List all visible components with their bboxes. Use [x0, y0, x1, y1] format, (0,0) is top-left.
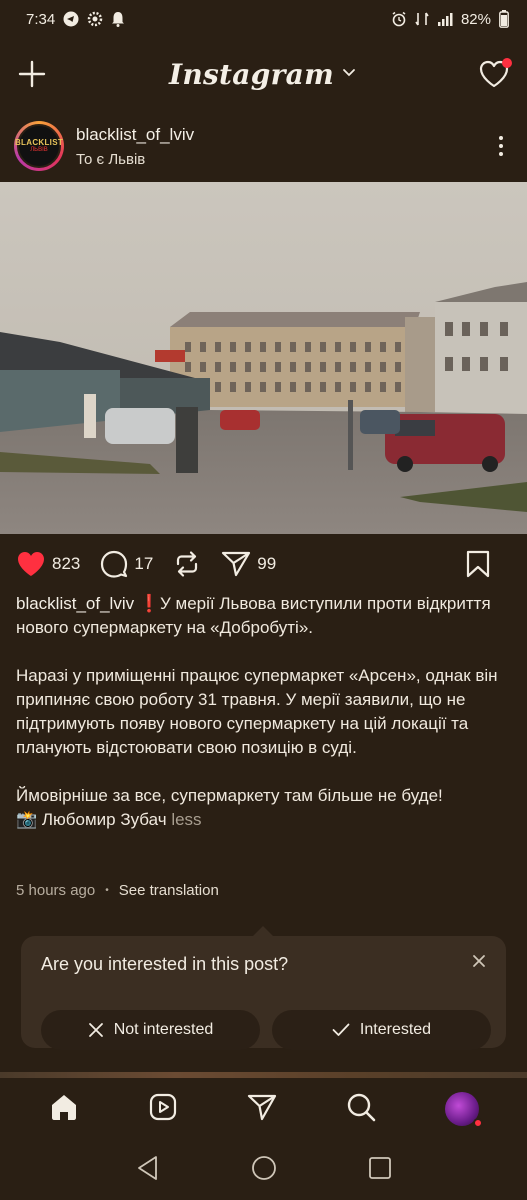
post-time: 5 hours ago	[16, 882, 96, 899]
direct-messages-icon[interactable]	[247, 1092, 277, 1127]
bottom-navigation	[0, 1078, 527, 1140]
post-location[interactable]: То є Львів	[76, 151, 489, 168]
x-icon	[88, 1023, 103, 1037]
battery-icon	[499, 10, 509, 28]
post-caption: blacklist_of_lviv ❗У мерії Львова виступ…	[16, 592, 511, 832]
notifications-heart-button[interactable]	[479, 58, 512, 88]
see-translation-link[interactable]: See translation	[119, 882, 219, 899]
caption-paragraph-1: blacklist_of_lviv ❗У мерії Львова виступ…	[16, 592, 511, 640]
comment-bubble-icon	[101, 550, 128, 578]
less-link[interactable]: less	[171, 810, 201, 829]
interested-button[interactable]: Interested	[272, 1010, 491, 1050]
status-right: 82%	[391, 10, 509, 28]
settings-gear-icon	[87, 11, 103, 27]
recents-square-icon[interactable]	[368, 1156, 392, 1185]
interest-prompt-title: Are you interested in this post?	[41, 954, 289, 974]
not-interested-label: Not interested	[113, 1021, 214, 1038]
caption-credit: 📸 Любомир Зубач	[16, 810, 167, 829]
profile-notification-dot	[472, 1118, 483, 1128]
not-interested-button[interactable]: Not interested	[41, 1010, 260, 1050]
avatar-logo-subtext: ЛЬВІВ	[30, 147, 48, 153]
avatar-logo: BLACKLIST ЛЬВІВ	[14, 124, 64, 168]
battery-percent: 82%	[460, 10, 491, 28]
interested-label: Interested	[359, 1021, 432, 1038]
telegram-icon	[63, 11, 79, 27]
heart-filled-icon	[18, 552, 44, 576]
comment-count: 17	[134, 554, 154, 573]
instagram-logo-dropdown[interactable]: Instagram	[169, 58, 356, 91]
wifi-data-icon	[415, 11, 429, 27]
caption-conclusion: Ймовірніше за все, супермаркету там біль…	[16, 786, 443, 805]
bookmark-icon	[466, 550, 490, 578]
like-action[interactable]: 823	[16, 550, 80, 578]
home-icon[interactable]	[49, 1092, 79, 1127]
search-icon[interactable]	[346, 1092, 376, 1127]
post-username[interactable]: blacklist_of_lviv	[76, 125, 489, 145]
avatar-logo-text: BLACKLIST	[14, 138, 64, 147]
profile-avatar[interactable]	[444, 1092, 483, 1128]
save-button[interactable]	[465, 550, 491, 578]
checkmark-icon	[332, 1023, 350, 1036]
caption-credit-line: 📸 Любомир Зубач less	[16, 808, 511, 832]
more-options-icon[interactable]	[489, 136, 513, 156]
caption-paragraph-2: Наразі у приміщенні працює супермаркет «…	[16, 666, 498, 757]
post-actions: 823 17 99	[0, 540, 527, 588]
post-meta: blacklist_of_lviv То є Львів	[76, 125, 489, 168]
post-photo[interactable]	[0, 182, 527, 534]
repost-icon	[177, 551, 198, 577]
post-meta-line: 5 hours ago • See translation	[16, 882, 219, 899]
share-action[interactable]: 99	[221, 550, 276, 578]
instagram-logo: Instagram	[168, 57, 335, 91]
share-count: 99	[257, 554, 277, 573]
reels-icon[interactable]	[148, 1092, 178, 1127]
separator-dot: •	[105, 885, 109, 896]
status-left: 7:34	[26, 11, 125, 28]
interest-buttons: Not interested Interested	[41, 1010, 491, 1050]
repost-action[interactable]	[173, 550, 201, 578]
interest-prompt-card: Are you interested in this post? Not int…	[21, 926, 506, 1050]
chevron-down-icon	[342, 65, 356, 83]
back-triangle-icon[interactable]	[136, 1155, 160, 1186]
notification-dot	[501, 58, 512, 68]
caption-username[interactable]: blacklist_of_lviv	[16, 594, 134, 613]
comment-action[interactable]: 17	[100, 550, 153, 578]
signal-icon	[437, 12, 453, 26]
status-bar: 7:34 82%	[0, 0, 527, 38]
bell-icon	[111, 11, 125, 27]
like-count: 823	[52, 554, 81, 573]
create-post-plus-icon[interactable]	[18, 60, 46, 88]
alarm-icon	[391, 11, 407, 27]
post-author-avatar[interactable]: BLACKLIST ЛЬВІВ	[14, 121, 64, 171]
home-circle-icon[interactable]	[251, 1155, 277, 1186]
caption-paragraph-3: Ймовірніше за все, супермаркету там біль…	[16, 784, 511, 832]
system-navigation	[0, 1140, 527, 1200]
close-icon[interactable]	[472, 954, 486, 973]
app-header: Instagram	[0, 38, 527, 110]
street-scene-photo	[0, 182, 527, 534]
post-header: BLACKLIST ЛЬВІВ blacklist_of_lviv То є Л…	[0, 110, 527, 182]
share-send-icon	[222, 551, 251, 577]
status-time: 7:34	[26, 10, 56, 28]
